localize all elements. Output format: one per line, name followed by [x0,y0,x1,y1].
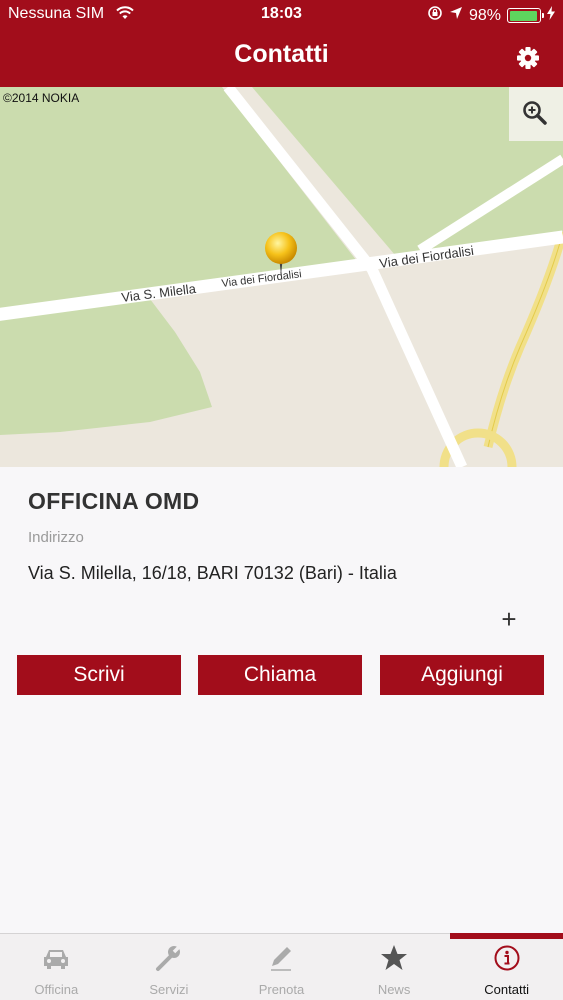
orientation-lock-icon [427,5,443,26]
street-label: Via S. Milella [121,281,198,305]
pencil-icon [266,944,296,972]
tab-label: Officina [34,982,79,997]
company-name: OFFICINA OMD [28,488,200,514]
map-copyright: ©2014 NOKIA [3,91,80,105]
expand-button[interactable]: + [497,606,521,632]
tab-news[interactable]: News [338,934,451,1000]
top-bar: Nessuna SIM 18:03 98% Contatti [0,0,563,87]
tab-bar: Officina Servizi Prenota News Contatti [0,933,563,1000]
tab-contatti[interactable]: Contatti [450,933,563,1000]
tab-label: Servizi [149,982,189,997]
street-label: Via dei Fiordalisi [378,243,474,271]
add-contact-button[interactable]: Aggiungi [380,655,544,695]
star-icon [379,944,409,972]
status-right: 98% [427,5,555,26]
tab-prenota[interactable]: Prenota [225,934,338,1000]
map-view[interactable]: Via S. Milella Via dei Fiordalisi Via de… [0,87,563,467]
tab-officina[interactable]: Officina [0,934,113,1000]
map-pin-icon[interactable] [262,231,302,277]
tab-servizi[interactable]: Servizi [113,934,226,1000]
gear-icon[interactable] [515,45,541,71]
page-title: Contatti [234,40,329,68]
location-arrow-icon [449,6,463,25]
tab-label: News [377,982,411,997]
battery-icon [507,8,544,23]
magnifier-plus-icon [523,101,547,125]
info-icon [492,944,522,972]
battery-percent: 98% [468,6,501,24]
battery-fill [509,10,538,21]
tab-label: Contatti [484,982,530,997]
car-icon [41,944,71,972]
address-text: Via S. Milella, 16/18, BARI 70132 (Bari)… [28,563,397,583]
wrench-icon [154,944,184,972]
status-bar: Nessuna SIM 18:03 98% [0,0,563,30]
tab-label: Prenota [258,982,305,997]
address-label: Indirizzo [28,529,84,546]
zoom-button[interactable] [509,87,563,141]
charging-icon [547,6,555,25]
call-button[interactable]: Chiama [198,655,362,695]
write-button[interactable]: Scrivi [17,655,181,695]
